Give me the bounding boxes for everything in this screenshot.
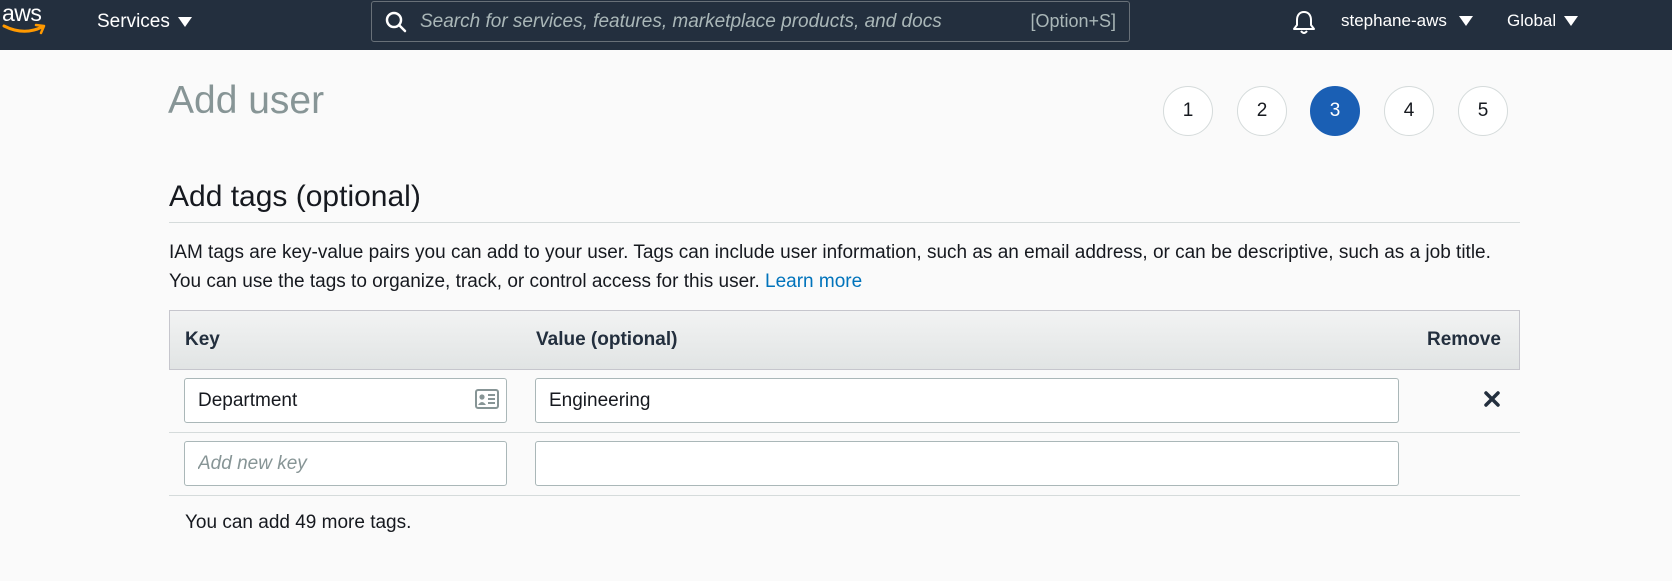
learn-more-link[interactable]: Learn more — [765, 271, 862, 292]
aws-smile-icon — [2, 23, 46, 35]
account-menu-button[interactable]: stephane-aws — [1341, 10, 1473, 32]
caret-down-icon — [1458, 16, 1473, 26]
region-label: Global — [1507, 11, 1557, 30]
search-shortcut-hint: [Option+S] — [1030, 11, 1116, 31]
remove-tag-icon[interactable] — [1482, 389, 1502, 409]
account-name: stephane-aws — [1341, 11, 1447, 30]
step-4[interactable]: 4 — [1384, 86, 1434, 136]
page-title: Add user — [168, 79, 325, 122]
new-tag-key-input[interactable] — [184, 441, 507, 486]
services-label: Services — [97, 11, 170, 32]
step-2[interactable]: 2 — [1237, 86, 1287, 136]
tag-value-input[interactable] — [535, 378, 1399, 423]
table-header: Key Value (optional) Remove — [169, 310, 1520, 370]
top-navigation-bar: aws Services [Option+S] stephane-aws Glo… — [0, 0, 1672, 50]
tag-key-input[interactable] — [184, 378, 507, 423]
caret-down-icon — [1564, 16, 1579, 26]
services-menu-button[interactable]: Services — [97, 10, 192, 34]
section-divider — [169, 222, 1520, 223]
aws-logo[interactable]: aws — [0, 0, 54, 40]
contact-card-icon[interactable] — [475, 389, 499, 409]
section-description: IAM tags are key-value pairs you can add… — [169, 238, 1520, 296]
search-input[interactable] — [418, 6, 1018, 37]
column-header-key: Key — [185, 329, 220, 350]
table-row — [169, 370, 1520, 433]
step-1[interactable]: 1 — [1163, 86, 1213, 136]
step-3-current[interactable]: 3 — [1310, 86, 1360, 136]
region-menu-button[interactable]: Global — [1507, 10, 1579, 32]
column-header-remove: Remove — [1427, 329, 1501, 350]
bell-icon[interactable] — [1292, 9, 1316, 35]
new-tag-value-input[interactable] — [535, 441, 1399, 486]
tags-table: Key Value (optional) Remove — [169, 310, 1520, 496]
column-header-value: Value (optional) — [536, 329, 678, 350]
caret-down-icon — [177, 17, 192, 27]
table-row-new — [169, 433, 1520, 496]
remaining-tags-note: You can add 49 more tags. — [185, 512, 412, 533]
step-5[interactable]: 5 — [1458, 86, 1508, 136]
search-icon — [385, 11, 407, 33]
global-search-box[interactable]: [Option+S] — [371, 1, 1130, 42]
section-title: Add tags (optional) — [169, 180, 421, 213]
